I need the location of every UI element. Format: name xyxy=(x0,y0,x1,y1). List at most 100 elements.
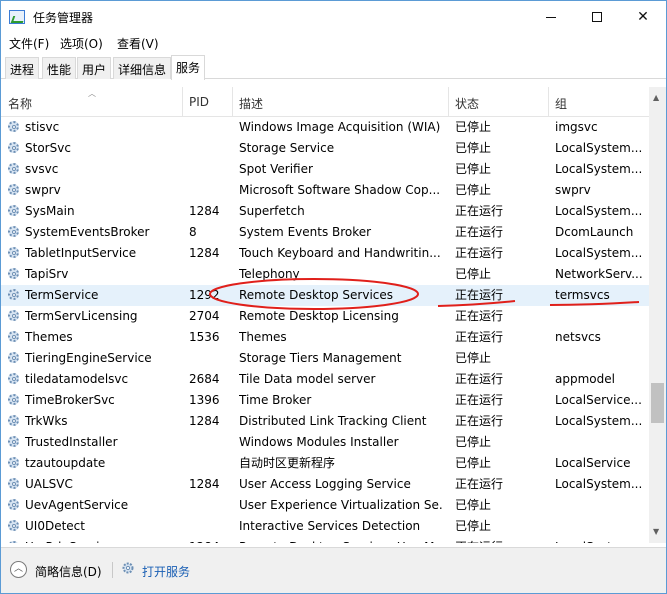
service-status: 正在运行 xyxy=(455,204,504,218)
scroll-down-icon[interactable]: ▼ xyxy=(653,527,659,536)
column-header-status[interactable]: 状态 xyxy=(448,87,548,117)
tab-services[interactable]: 服务 xyxy=(171,55,206,80)
service-gear-icon xyxy=(8,142,21,155)
service-group: swprv xyxy=(555,183,591,197)
table-row[interactable]: UevAgentService User Experience Virtualiz… xyxy=(1,495,649,516)
service-status: 正在运行 xyxy=(455,372,504,386)
service-name: Themes xyxy=(25,330,73,344)
scroll-thumb[interactable] xyxy=(651,383,664,423)
service-description: Windows Modules Installer xyxy=(239,435,399,449)
services-gear-icon xyxy=(122,562,134,574)
service-group: imgsvc xyxy=(555,120,598,134)
column-header-description[interactable]: 描述 xyxy=(232,87,448,117)
maximize-icon[interactable] xyxy=(574,1,620,33)
service-status: 正在运行 xyxy=(455,246,504,260)
service-status: 已停止 xyxy=(455,162,492,176)
service-name: SystemEventsBroker xyxy=(25,225,150,239)
service-name: TermService xyxy=(25,288,99,302)
service-group: DcomLaunch xyxy=(555,225,634,239)
column-header-group[interactable]: 组 xyxy=(548,87,648,117)
service-name: UALSVC xyxy=(25,477,73,491)
table-row[interactable]: TimeBrokerSvc 1396 Time Broker 正在运行 LocalSer… xyxy=(1,390,649,411)
service-group: termsvcs xyxy=(555,288,610,302)
service-status: 正在运行 xyxy=(455,330,504,344)
service-description: Time Broker xyxy=(239,393,312,407)
table-row[interactable]: tzautoupdate 自动时区更新程序 已停止 LocalService xyxy=(1,453,649,474)
service-status: 已停止 xyxy=(455,351,492,365)
table-row[interactable]: TermServLicensing 2704 Remote Desktop Lice… xyxy=(1,306,649,327)
minimize-icon[interactable] xyxy=(528,1,574,33)
service-name: swprv xyxy=(25,183,61,197)
service-group: netsvcs xyxy=(555,330,601,344)
scroll-up-icon[interactable]: ▲ xyxy=(653,93,659,102)
service-description: Tile Data model server xyxy=(239,372,376,386)
open-services-link[interactable]: 打开服务 xyxy=(142,563,190,580)
table-row[interactable]: UmRdpService 1284 Remote Desktop Services … xyxy=(1,537,649,543)
menu-options[interactable]: 选项(O) xyxy=(60,35,103,52)
service-status: 正在运行 xyxy=(455,537,545,543)
table-row[interactable]: TermService 1292 Remote Desktop Services 正在… xyxy=(1,285,649,306)
table-row[interactable]: TabletInputService 1284 Touch Keyboard and… xyxy=(1,243,649,264)
service-pid xyxy=(189,432,233,453)
service-gear-icon xyxy=(8,436,21,449)
column-header-name[interactable]: 名称 xyxy=(1,87,183,117)
table-row[interactable]: StorSvc Storage Service 已停止 LocalSystem... xyxy=(1,138,649,159)
close-icon[interactable]: ✕ xyxy=(620,1,666,33)
table-row[interactable]: TapiSrv Telephony 已停止 NetworkServ... xyxy=(1,264,649,285)
less-details-button[interactable]: 简略信息(D) xyxy=(35,563,102,580)
tab-users[interactable]: 用户 xyxy=(77,57,112,79)
service-status: 已停止 xyxy=(455,267,492,281)
task-manager-icon xyxy=(9,10,25,24)
service-pid xyxy=(189,495,233,516)
service-status: 正在运行 xyxy=(455,477,504,491)
services-table: ︿ 名称 PID 描述 状态 组 stisvc Windows Image Acq… xyxy=(1,87,666,543)
service-group: LocalSystem... xyxy=(555,162,643,176)
service-description: User Experience Virtualization Se... xyxy=(239,498,442,512)
table-row[interactable]: Themes 1536 Themes 正在运行 netsvcs xyxy=(1,327,649,348)
table-row[interactable]: SystemEventsBroker 8 System Events Broker 正… xyxy=(1,222,649,243)
table-row[interactable]: TrustedInstaller Windows Modules Installe… xyxy=(1,432,649,453)
table-row[interactable]: SysMain 1284 Superfetch 正在运行 LocalSystem... xyxy=(1,201,649,222)
service-gear-icon xyxy=(8,205,21,218)
service-status: 正在运行 xyxy=(455,393,504,407)
menu-view[interactable]: 查看(V) xyxy=(117,35,159,52)
table-row[interactable]: UI0Detect Interactive Services Detection 已… xyxy=(1,516,649,537)
table-header: ︿ 名称 PID 描述 状态 组 xyxy=(1,87,649,117)
table-row[interactable]: stisvc Windows Image Acquisition (WIA) 已停止… xyxy=(1,117,649,138)
table-row[interactable]: UALSVC 1284 User Access Logging Service 正在运… xyxy=(1,474,649,495)
menu-file[interactable]: 文件(F) xyxy=(9,35,49,52)
menu-bar: 文件(F) 选项(O) 查看(V) xyxy=(1,33,666,53)
service-gear-icon xyxy=(8,289,21,302)
service-description: Touch Keyboard and Handwritin... xyxy=(239,246,441,260)
tab-processes[interactable]: 进程 xyxy=(5,57,40,79)
service-status: 正在运行 xyxy=(455,309,504,323)
service-group: NetworkServ... xyxy=(555,267,643,281)
service-name: TrkWks xyxy=(25,414,68,428)
service-name: TapiSrv xyxy=(25,267,69,281)
service-gear-icon xyxy=(8,121,21,134)
column-header-pid[interactable]: PID xyxy=(182,87,232,117)
service-gear-icon xyxy=(8,373,21,386)
service-name: StorSvc xyxy=(25,141,71,155)
service-name: tiledatamodelsvc xyxy=(25,372,129,386)
service-pid xyxy=(189,159,233,180)
service-pid: 1284 xyxy=(189,414,220,428)
tab-strip: 进程 性能 用户 详细信息 服务 xyxy=(1,55,666,80)
service-group: LocalSystem... xyxy=(555,414,643,428)
service-pid xyxy=(189,453,233,474)
tab-performance[interactable]: 性能 xyxy=(42,57,77,79)
chevron-up-icon[interactable]: ︿ xyxy=(10,561,27,578)
service-name: stisvc xyxy=(25,120,60,134)
service-name: UmRdpService xyxy=(25,537,183,543)
service-description: Remote Desktop Licensing xyxy=(239,309,399,323)
tab-details[interactable]: 详细信息 xyxy=(113,57,172,79)
table-row[interactable]: swprv Microsoft Software Shadow Cop... 已停止… xyxy=(1,180,649,201)
vertical-scrollbar[interactable]: ▲ ▼ xyxy=(649,87,666,543)
service-group: appmodel xyxy=(555,372,615,386)
table-row[interactable]: TieringEngineService Storage Tiers Manage… xyxy=(1,348,649,369)
table-row[interactable]: TrkWks 1284 Distributed Link Tracking Clie… xyxy=(1,411,649,432)
service-status: 已停止 xyxy=(455,456,492,470)
task-manager-window: 任务管理器 ✕ 文件(F) 选项(O) 查看(V) 进程 性能 用户 详细信息 … xyxy=(0,0,667,594)
table-row[interactable]: svsvc Spot Verifier 已停止 LocalSystem... xyxy=(1,159,649,180)
table-row[interactable]: tiledatamodelsvc 2684 Tile Data model serv… xyxy=(1,369,649,390)
